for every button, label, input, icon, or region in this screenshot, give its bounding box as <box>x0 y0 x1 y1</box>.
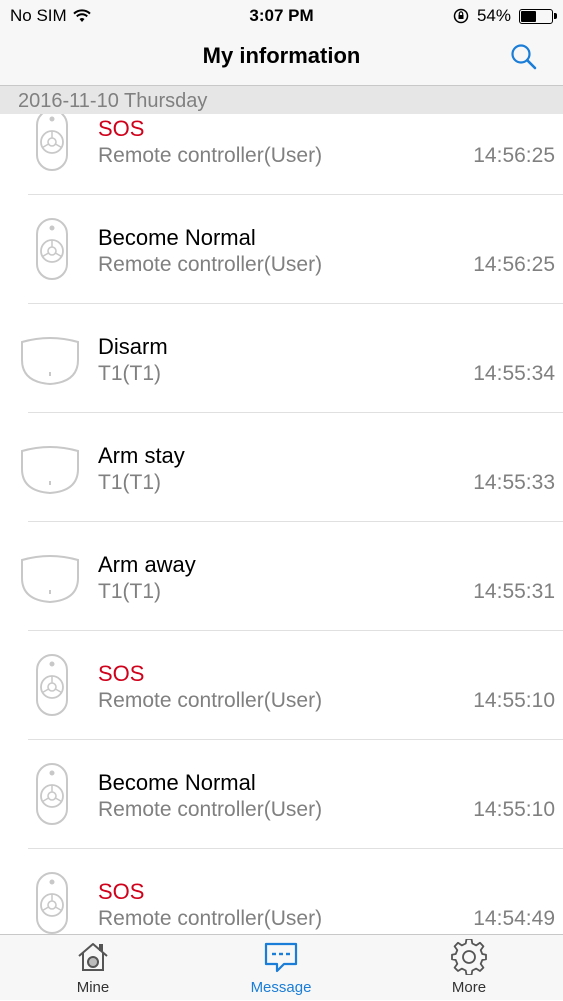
orientation-lock-icon <box>453 8 469 24</box>
page-title: My information <box>202 43 361 68</box>
message-time: 14:55:10 <box>473 798 555 821</box>
status-bar: No SIM 3:07 PM 54% <box>0 0 563 30</box>
message-title: Arm away <box>98 552 196 577</box>
message-title: Disarm <box>98 334 168 359</box>
message-time: 14:55:31 <box>473 580 555 603</box>
message-row[interactable]: SOS Remote controller(User) 14:54:49 <box>0 849 563 934</box>
message-row[interactable]: Become Normal Remote controller(User) 14:5… <box>0 195 563 304</box>
message-source: Remote controller(User) <box>98 253 323 276</box>
message-row[interactable]: SOS Remote controller(User) 14:56:25 <box>0 114 563 195</box>
tab-label: Message <box>250 979 312 996</box>
battery-fill <box>521 10 537 22</box>
message-source: T1(T1) <box>98 471 161 494</box>
remote-controller-icon <box>32 762 72 826</box>
remote-controller-icon <box>32 653 72 717</box>
message-source: Remote controller(User) <box>98 689 323 712</box>
tab-message[interactable]: Message <box>221 935 341 1001</box>
message-row[interactable]: Arm stay T1(T1) 14:55:33 <box>0 413 563 522</box>
message-icon <box>263 939 299 975</box>
message-source: T1(T1) <box>98 580 161 603</box>
message-time: 14:55:33 <box>473 471 555 494</box>
sensor-icon <box>18 332 82 388</box>
message-title: Arm stay <box>98 443 185 468</box>
battery-icon <box>519 8 557 24</box>
message-title: SOS <box>98 116 145 141</box>
tab-label: Mine <box>76 979 110 996</box>
home-icon <box>75 939 111 975</box>
remote-controller-icon <box>32 871 72 934</box>
message-time: 14:55:34 <box>473 362 555 385</box>
battery-percent: 54% <box>476 6 511 25</box>
message-time: 14:56:25 <box>473 144 555 167</box>
date-section-header: 2016-11-10 Thursday <box>0 86 563 114</box>
message-title: Become Normal <box>98 770 256 795</box>
message-list[interactable]: SOS Remote controller(User) 14:56:25 Become… <box>0 114 563 934</box>
message-title: Become Normal <box>98 225 256 250</box>
message-source: T1(T1) <box>98 362 161 385</box>
message-row[interactable]: Become Normal Remote controller(User) 14:5… <box>0 740 563 849</box>
message-source: Remote controller(User) <box>98 907 323 930</box>
message-source: Remote controller(User) <box>98 798 323 821</box>
remote-controller-icon <box>32 217 72 281</box>
message-row[interactable]: Disarm T1(T1) 14:55:34 <box>0 304 563 413</box>
message-row[interactable]: Arm away T1(T1) 14:55:31 <box>0 522 563 631</box>
search-icon[interactable] <box>509 42 539 72</box>
status-right: 54% <box>453 6 557 26</box>
nav-bar: My information <box>0 30 563 86</box>
remote-controller-icon <box>32 114 72 172</box>
sensor-icon <box>18 441 82 497</box>
message-row[interactable]: SOS Remote controller(User) 14:55:10 <box>0 631 563 740</box>
tab-bar: Mine Message More <box>0 934 563 1000</box>
message-time: 14:56:25 <box>473 253 555 276</box>
gear-icon <box>451 938 487 976</box>
message-time: 14:55:10 <box>473 689 555 712</box>
section-date: 2016-11-10 Thursday <box>18 90 208 112</box>
tab-mine[interactable]: Mine <box>33 935 153 1001</box>
message-title: SOS <box>98 661 145 686</box>
message-source: Remote controller(User) <box>98 144 323 167</box>
tab-label: More <box>451 979 487 996</box>
message-title: SOS <box>98 879 145 904</box>
tab-more[interactable]: More <box>409 935 529 1001</box>
message-time: 14:54:49 <box>473 907 555 930</box>
sensor-icon <box>18 550 82 606</box>
